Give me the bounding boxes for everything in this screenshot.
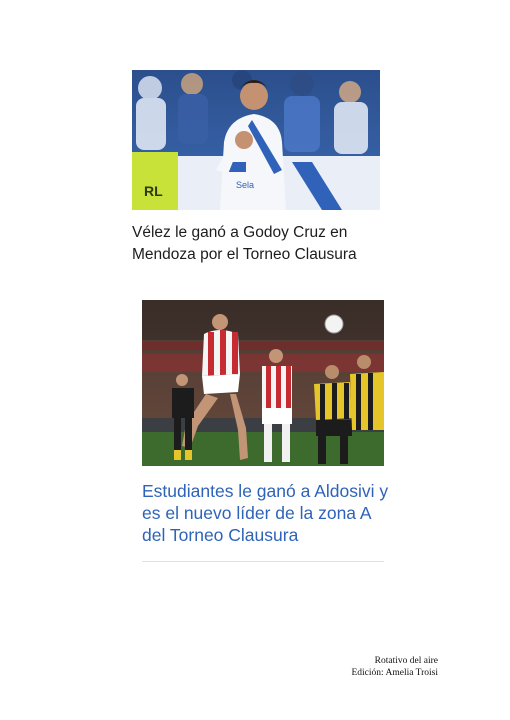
flag-letters: RL	[144, 183, 163, 199]
footer-editor: Edición: Amelia Troisi	[351, 668, 438, 678]
velez-photo-illustration: RL Sela	[132, 70, 380, 210]
footer-credits: Rotativo del aire Edición: Amelia Troisi	[351, 655, 438, 679]
velez-headline[interactable]: Vélez le ganó a Godoy Cruz en Mendoza po…	[132, 222, 412, 266]
estudiantes-match-photo[interactable]	[142, 300, 384, 466]
estudiantes-headline[interactable]: Estudiantes le ganó a Aldosivi y es el n…	[142, 480, 392, 546]
footer-publication: Rotativo del aire	[374, 656, 438, 666]
football-icon	[324, 314, 344, 334]
velez-player-photo[interactable]: RL Sela	[132, 70, 380, 210]
estudiantes-photo-illustration	[142, 300, 384, 466]
jersey-sponsor-text: Sela	[236, 180, 254, 190]
article-divider	[142, 561, 384, 562]
